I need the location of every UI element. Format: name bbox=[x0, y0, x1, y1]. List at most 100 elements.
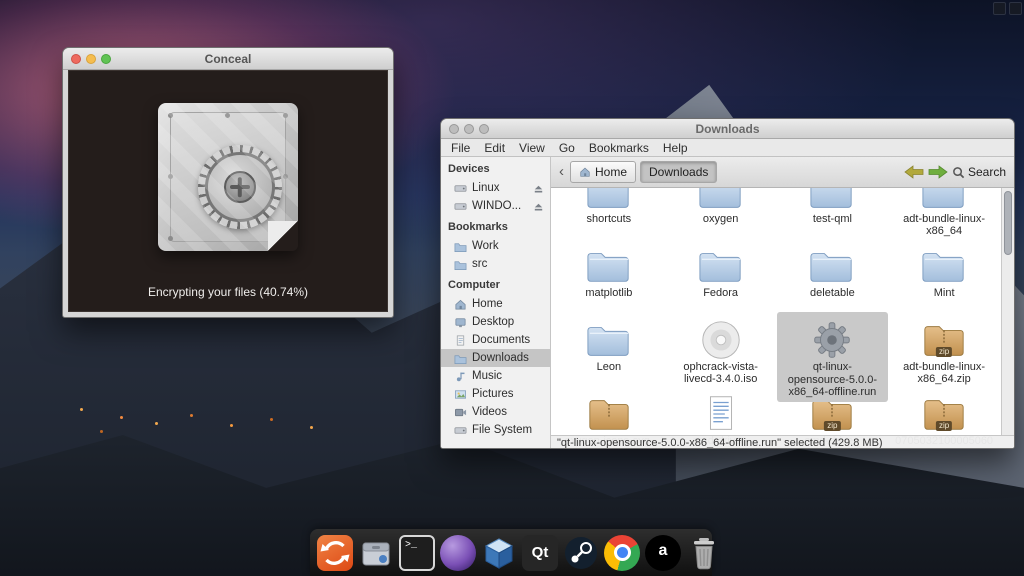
safe-illustration bbox=[158, 103, 298, 251]
close-button[interactable] bbox=[71, 54, 81, 64]
minimize-button[interactable] bbox=[86, 54, 96, 64]
file-tile[interactable]: shortcuts bbox=[553, 188, 665, 238]
folder-icon bbox=[586, 240, 632, 286]
gear-icon bbox=[809, 314, 855, 360]
conceal-titlebar[interactable]: Conceal bbox=[63, 48, 393, 70]
text-document-icon bbox=[698, 388, 744, 434]
file-label: shortcuts bbox=[587, 213, 632, 226]
search-control[interactable]: Search bbox=[952, 165, 1008, 179]
chrome-icon[interactable] bbox=[604, 535, 640, 571]
sidebar-item-pictures[interactable]: Pictures bbox=[441, 385, 550, 403]
dock: >_ Qt a bbox=[310, 529, 712, 576]
drive-icon bbox=[454, 424, 467, 437]
sidebar-item-home[interactable]: Home bbox=[441, 295, 550, 313]
qt-creator-icon[interactable]: Qt bbox=[522, 535, 558, 571]
scrollbar-thumb[interactable] bbox=[1004, 191, 1012, 255]
folder-icon bbox=[586, 188, 632, 212]
file-label: oxygen bbox=[703, 213, 738, 226]
menu-help[interactable]: Help bbox=[657, 141, 694, 155]
window-title: Downloads bbox=[441, 122, 1014, 136]
places-sidebar: Devices Linux WINDO... Bookmarks Work bbox=[441, 157, 551, 449]
file-label: Leon bbox=[597, 361, 621, 374]
music-note-icon bbox=[454, 370, 467, 383]
forward-arrow-icon[interactable] bbox=[928, 164, 948, 180]
conceal-content: Encrypting your files (40.74%) bbox=[68, 70, 388, 312]
vertical-scrollbar[interactable] bbox=[1001, 188, 1014, 435]
file-tile[interactable]: zip adt-bundle-linux-x86_64.zip bbox=[888, 312, 1000, 386]
file-label: adt-bundle-linux-x86_64 bbox=[894, 213, 994, 238]
sidebar-item-work[interactable]: Work bbox=[441, 237, 550, 255]
file-tile-selected[interactable]: qt-linux-opensource-5.0.0-x86_64-offline… bbox=[777, 312, 889, 402]
archive-manager-icon[interactable] bbox=[358, 535, 394, 571]
file-tile[interactable]: Fedora bbox=[665, 238, 777, 312]
page-fold bbox=[268, 221, 298, 251]
folder-icon bbox=[454, 240, 467, 253]
file-tile[interactable]: Mint bbox=[888, 238, 1000, 312]
sidebar-item-desktop[interactable]: Desktop bbox=[441, 313, 550, 331]
eject-icon[interactable] bbox=[532, 200, 545, 213]
menu-edit[interactable]: Edit bbox=[478, 141, 511, 155]
maximize-button[interactable] bbox=[479, 124, 489, 134]
file-tile[interactable]: oxygen bbox=[665, 188, 777, 238]
status-bar: "qt-linux-opensource-5.0.0-x86_64-offlin… bbox=[551, 435, 1014, 449]
back-arrow-icon[interactable] bbox=[904, 164, 924, 180]
epiphany-browser-icon[interactable] bbox=[440, 535, 476, 571]
monitor-icon bbox=[454, 316, 467, 329]
drive-icon bbox=[454, 200, 467, 213]
house-icon bbox=[454, 298, 467, 311]
sidebar-item-documents[interactable]: Documents bbox=[441, 331, 550, 349]
sidebar-item-videos[interactable]: Videos bbox=[441, 403, 550, 421]
terminal-icon[interactable]: >_ bbox=[399, 535, 435, 571]
zip-archive-icon: zip bbox=[921, 388, 967, 434]
minimize-button[interactable] bbox=[464, 124, 474, 134]
menu-file[interactable]: File bbox=[445, 141, 476, 155]
sidebar-section-computer: Computer bbox=[441, 277, 550, 295]
update-manager-icon[interactable] bbox=[317, 535, 353, 571]
toolbar: ‹ Home Downloads Search bbox=[551, 157, 1014, 188]
fm-titlebar[interactable]: Downloads bbox=[441, 119, 1014, 139]
document-icon bbox=[454, 334, 467, 347]
sidebar-item-downloads[interactable]: Downloads bbox=[441, 349, 550, 367]
video-icon bbox=[454, 406, 467, 419]
amazon-icon[interactable]: a bbox=[645, 535, 681, 571]
file-tile[interactable]: ophcrack-vista-livecd-3.4.0.iso bbox=[665, 312, 777, 386]
conceal-window: Conceal Encrypting your files (40.74%) bbox=[62, 47, 394, 318]
file-tile[interactable]: Leon bbox=[553, 312, 665, 386]
chrome-icon-center bbox=[614, 544, 631, 561]
photo-icon bbox=[454, 388, 467, 401]
maximize-button[interactable] bbox=[101, 54, 111, 64]
sidebar-item-music[interactable]: Music bbox=[441, 367, 550, 385]
steam-icon[interactable] bbox=[563, 535, 599, 571]
virtualbox-icon[interactable] bbox=[481, 535, 517, 571]
sidebar-item-file-system[interactable]: File System bbox=[441, 421, 550, 439]
file-tile[interactable]: adt-bundle-linux-x86_64 bbox=[888, 188, 1000, 238]
folder-icon bbox=[454, 352, 467, 365]
file-tile[interactable]: test-qml bbox=[777, 188, 889, 238]
file-tile[interactable]: deletable bbox=[777, 238, 889, 312]
close-button[interactable] bbox=[449, 124, 459, 134]
eject-icon[interactable] bbox=[532, 182, 545, 195]
path-button-downloads[interactable]: Downloads bbox=[640, 161, 717, 183]
menu-bookmarks[interactable]: Bookmarks bbox=[583, 141, 655, 155]
folder-icon bbox=[698, 240, 744, 286]
menu-go[interactable]: Go bbox=[553, 141, 581, 155]
file-tile[interactable]: matplotlib bbox=[553, 238, 665, 312]
tar-archive-icon bbox=[586, 388, 632, 434]
sidebar-item-src[interactable]: src bbox=[441, 255, 550, 273]
trash-icon[interactable] bbox=[686, 535, 722, 571]
folder-icon bbox=[809, 240, 855, 286]
folder-icon bbox=[809, 188, 855, 212]
collapse-path-button[interactable]: ‹ bbox=[557, 164, 566, 181]
path-button-home[interactable]: Home bbox=[570, 161, 636, 183]
file-view: shortcuts oxygen test-qml adt-bundl bbox=[551, 188, 1014, 449]
desktop-corner-widget bbox=[993, 2, 1006, 15]
file-label: adt-bundle-linux-x86_64.zip bbox=[894, 361, 994, 386]
menu-view[interactable]: View bbox=[513, 141, 551, 155]
sidebar-item-windows[interactable]: WINDO... bbox=[441, 197, 550, 215]
sidebar-item-linux[interactable]: Linux bbox=[441, 179, 550, 197]
folder-icon bbox=[921, 240, 967, 286]
file-manager-window: Downloads File Edit View Go Bookmarks He… bbox=[440, 118, 1015, 449]
file-label: test-qml bbox=[813, 213, 852, 226]
file-label: qt-linux-opensource-5.0.0-x86_64-offline… bbox=[782, 361, 882, 399]
wallpaper-valley-lights bbox=[80, 408, 83, 411]
